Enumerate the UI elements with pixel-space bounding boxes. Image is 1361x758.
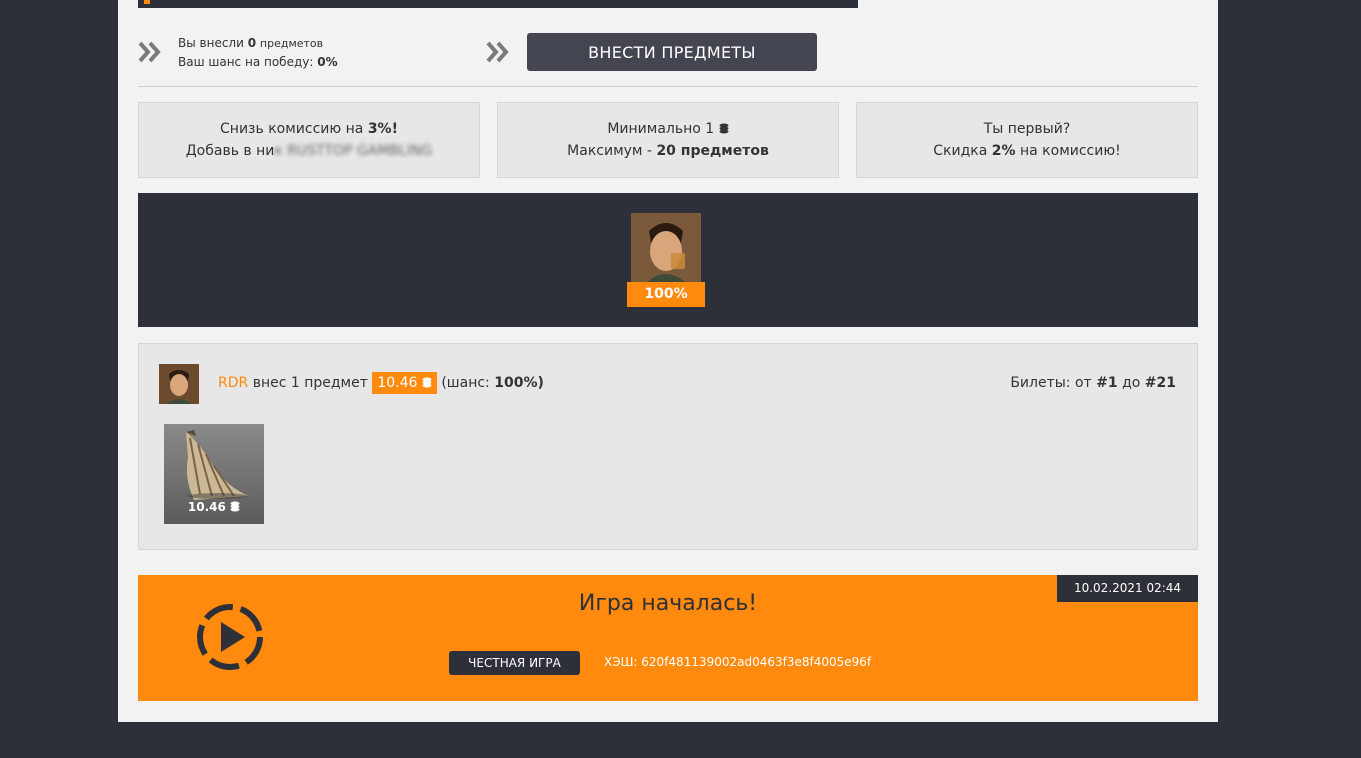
tickets-mid: до: [1122, 375, 1141, 391]
item-price: 10.46: [164, 500, 264, 514]
coins-stack-icon: [230, 501, 240, 512]
coins-stack-icon: [719, 123, 729, 134]
avatar: [631, 213, 701, 283]
player-chance: 100%: [627, 282, 705, 307]
info-text: на комиссию!: [1019, 143, 1121, 159]
bet-action: внес 1 предмет: [252, 375, 368, 391]
info-card-limits: Минимально 1 Максимум - 20 предметов: [497, 102, 839, 178]
players-panel: 100%: [138, 193, 1198, 327]
progress-bar: [138, 0, 858, 8]
info-bold: 2%: [991, 143, 1016, 159]
coins-stack-icon: [422, 377, 432, 388]
game-hash: ХЭШ: 620f481139002ad0463f3e8f4005e96f: [604, 655, 872, 669]
info-bold: 3%!: [367, 121, 398, 137]
info-text: Добавь в ни: [185, 143, 275, 159]
chance-label: Ваш шанс на победу:: [178, 55, 314, 69]
game-status-banner: 10.02.2021 02:44 Игра началась! ЧЕСТНАЯ …: [138, 575, 1198, 701]
progress-fill: [144, 0, 150, 4]
player-chip[interactable]: 100%: [627, 213, 705, 308]
bet-amount-badge: 10.46: [372, 372, 437, 394]
fair-game-button[interactable]: ЧЕСТНАЯ ИГРА: [449, 651, 580, 675]
username-link[interactable]: RDR: [218, 375, 248, 391]
ticket-from: #1: [1096, 375, 1118, 391]
jackpot-page: Вы внесли 0 предметов Ваш шанс на победу…: [118, 0, 1218, 722]
info-bold: 20 предметов: [656, 143, 769, 159]
deposit-info: Вы внесли 0 предметов Ваш шанс на победу…: [178, 34, 338, 71]
double-chevron-right-icon: [138, 41, 161, 63]
double-chevron-right-icon: [486, 41, 509, 63]
items-count: 0: [247, 36, 257, 50]
info-text: Минимально 1: [607, 121, 715, 137]
game-title: Игра началась!: [578, 591, 758, 616]
deposit-items-button[interactable]: ВНЕСТИ ПРЕДМЕТЫ: [527, 33, 817, 71]
bet-panel: RDR внес 1 предмет 10.46 (шанс: 100%) Би…: [138, 343, 1198, 550]
tickets-label: Билеты: от: [1010, 375, 1092, 391]
info-text: Снизь комиссию на: [220, 121, 364, 137]
info-text: Ты первый?: [983, 121, 1071, 137]
info-card-commission: Снизь комиссию на 3%! Добавь в ник RUSTT…: [138, 102, 480, 178]
item-card[interactable]: 10.46: [164, 424, 264, 524]
ticket-to: #21: [1144, 375, 1176, 391]
bet-chance: 100%): [494, 375, 544, 391]
blurred-text: к RUSTTOP GAMBLING: [274, 143, 433, 159]
chance-prefix: (шанс:: [441, 375, 490, 391]
bet-summary: RDR внес 1 предмет 10.46 (шанс: 100%): [218, 372, 544, 394]
info-card-first: Ты первый? Скидка 2% на комиссию!: [856, 102, 1198, 178]
avatar: [159, 364, 199, 404]
tickets-range: Билеты: от #1 до #21: [1010, 372, 1176, 394]
deposit-label: Вы внесли: [178, 36, 244, 50]
bet-amount: 10.46: [377, 375, 418, 391]
info-text: Скидка: [933, 143, 988, 159]
chance-value: 0%: [317, 55, 338, 69]
divider: [138, 86, 1198, 87]
item-image: [186, 430, 249, 500]
item-price-value: 10.46: [187, 500, 226, 514]
items-label: предметов: [259, 37, 324, 50]
info-text: Максимум -: [567, 143, 652, 159]
